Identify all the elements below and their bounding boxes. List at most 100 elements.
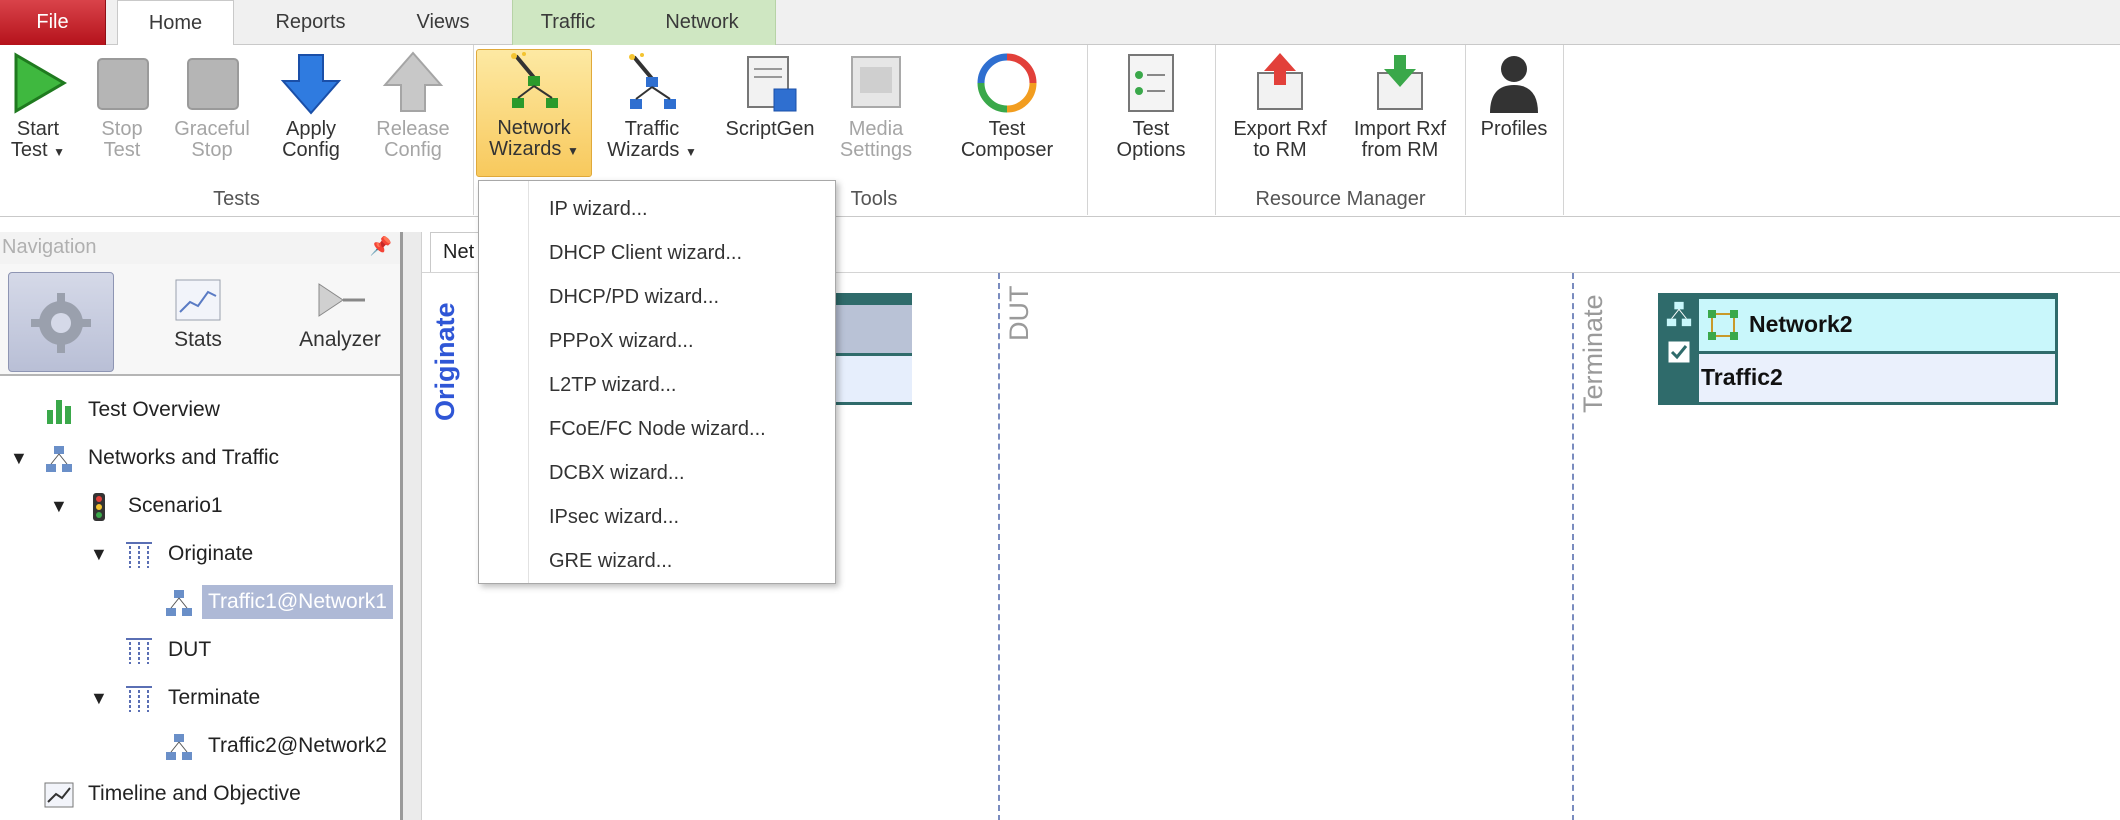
stop-test-label: Stop xyxy=(101,118,143,140)
graceful-stop-button[interactable]: Graceful Stop xyxy=(166,51,258,175)
tab-traffic[interactable]: Traffic xyxy=(512,0,624,45)
graceful-stop-icon xyxy=(187,58,239,110)
test-options-button[interactable]: Test Options xyxy=(1098,51,1204,175)
menu-item-pppox-wizard[interactable]: PPPoX wizard... xyxy=(549,321,694,361)
traffic-light-icon xyxy=(93,493,105,521)
tab-home[interactable]: Home xyxy=(117,0,234,46)
menu-item-gre-wizard[interactable]: GRE wizard... xyxy=(549,541,672,581)
tree-item-test-overview[interactable]: Test Overview xyxy=(0,390,400,430)
menu-item-fcoe-fc-node-wizard[interactable]: FCoE/FC Node wizard... xyxy=(549,409,766,449)
network-icon xyxy=(166,590,192,616)
export-rxf-button[interactable]: Export Rxf to RM xyxy=(1222,51,1338,175)
options-checklist-icon xyxy=(1128,54,1174,112)
terminate-divider xyxy=(1572,273,1574,820)
tree-item-terminate[interactable]: ▼ Terminate xyxy=(0,678,400,718)
up-arrow-icon xyxy=(382,51,444,112)
resource-manager-group-label: Resource Manager xyxy=(1255,188,1426,210)
timeline-chart-icon xyxy=(44,782,74,808)
column-icon xyxy=(126,638,152,664)
network2-block[interactable]: Network2 Traffic2 xyxy=(1658,293,2058,405)
media-settings-button[interactable]: Media Settings xyxy=(826,51,926,175)
scriptgen-button[interactable]: ScriptGen xyxy=(720,51,820,175)
expand-triangle-icon[interactable]: ▼ xyxy=(50,486,68,526)
tab-reports[interactable]: Reports xyxy=(248,0,373,45)
release-config-button[interactable]: Release Config xyxy=(368,51,458,175)
test-options-group: Test Options xyxy=(1088,45,1216,215)
expand-triangle-icon[interactable]: ▼ xyxy=(90,534,108,574)
graceful-stop-label: Graceful xyxy=(174,118,250,140)
tree-item-scenario[interactable]: ▼ Scenario1 xyxy=(0,486,400,526)
panel-splitter[interactable] xyxy=(400,232,422,820)
dropdown-arrow-icon: ▼ xyxy=(53,145,66,159)
pin-icon[interactable]: 📌 xyxy=(370,236,392,257)
apply-config-button[interactable]: Apply Config xyxy=(268,51,354,175)
tree-item-networks-and-traffic[interactable]: ▼ Networks and Traffic xyxy=(0,438,400,478)
originate-column-label: Originate xyxy=(430,302,460,421)
scriptgen-label: ScriptGen xyxy=(725,118,815,140)
profiles-group: Profiles xyxy=(1466,45,1564,215)
tests-group: Start Test ▼ Stop Test Graceful Stop App… xyxy=(0,45,474,215)
tab-views[interactable]: Views xyxy=(384,0,502,45)
menu-item-ip-wizard[interactable]: IP wizard... xyxy=(549,189,648,229)
menu-item-ipsec-wizard[interactable]: IPsec wizard... xyxy=(549,497,679,537)
import-rxf-button[interactable]: Import Rxf from RM xyxy=(1342,51,1458,175)
navigation-tree: Test Overview ▼ Networks and Traffic ▼ S… xyxy=(0,378,400,820)
menu-item-dhcp-pd-wizard[interactable]: DHCP/PD wizard... xyxy=(549,277,719,317)
stats-view-button[interactable]: Stats xyxy=(148,272,248,372)
profiles-button[interactable]: Profiles xyxy=(1470,51,1558,175)
traffic-wizards-button[interactable]: Traffic Wizards ▼ xyxy=(602,51,702,175)
navigation-switcher: Stats Analyzer xyxy=(0,264,400,376)
tree-item-traffic2[interactable]: Traffic2@Network2 xyxy=(0,726,400,766)
tests-group-label: Tests xyxy=(213,188,260,210)
expand-triangle-icon[interactable]: ▼ xyxy=(10,438,28,478)
config-view-button[interactable] xyxy=(8,272,114,372)
network-shape-icon xyxy=(1708,310,1738,340)
tab-network[interactable]: Network xyxy=(628,0,776,45)
menu-gutter xyxy=(479,181,529,583)
dropdown-arrow-icon: ▼ xyxy=(566,144,579,158)
start-test-button[interactable]: Start Test ▼ xyxy=(2,51,74,175)
tree-label: Traffic2@Network2 xyxy=(208,734,387,757)
tree-item-dut[interactable]: DUT xyxy=(0,630,400,670)
navigation-title: Navigation xyxy=(2,236,97,258)
stop-test-button[interactable]: Stop Test xyxy=(86,51,158,175)
stop-icon xyxy=(97,58,149,110)
tree-label: Test Overview xyxy=(88,398,220,421)
analyzer-view-button[interactable]: Analyzer xyxy=(282,272,398,372)
dut-divider xyxy=(998,273,1000,820)
tree-item-traffic1[interactable]: Traffic1@Network1 xyxy=(0,582,400,622)
play-icon xyxy=(14,52,67,114)
network-wizards-button[interactable]: Network Wizards ▼ xyxy=(476,49,592,177)
test-options-label: Test xyxy=(1132,118,1170,140)
application-window: File Home Reports Views Traffic Network … xyxy=(0,0,2120,820)
ribbon-tabbar: File Home Reports Views Traffic Network xyxy=(0,0,2120,46)
menu-item-dhcp-client-wizard[interactable]: DHCP Client wizard... xyxy=(549,233,742,273)
traffic2-row[interactable]: Traffic2 xyxy=(1699,354,2055,402)
menu-item-l2tp-wizard[interactable]: L2TP wizard... xyxy=(549,365,676,405)
composer-cycle-icon xyxy=(977,53,1037,113)
import-scroll-icon xyxy=(1377,55,1423,110)
document-tab-label: Net xyxy=(443,241,475,263)
tree-item-originate[interactable]: ▼ Originate xyxy=(0,534,400,574)
column-icon xyxy=(126,542,152,568)
test-composer-button[interactable]: Test Composer xyxy=(942,51,1072,175)
tab-file[interactable]: File xyxy=(0,0,106,45)
test-composer-label: Test xyxy=(988,118,1026,140)
resource-manager-group: Export Rxf to RM Import Rxf from RM Reso… xyxy=(1216,45,1466,215)
media-film-icon xyxy=(851,56,901,108)
network-wizards-label: Network xyxy=(497,117,571,139)
media-settings-label-2: Settings xyxy=(839,139,913,161)
import-rxf-label-2: from RM xyxy=(1361,139,1439,161)
test-composer-label-2: Composer xyxy=(960,139,1054,161)
chart-icon xyxy=(175,279,221,321)
start-test-label: Start xyxy=(16,118,60,140)
down-arrow-icon xyxy=(280,54,342,115)
tree-label: Timeline and Objective xyxy=(88,782,301,805)
expand-triangle-icon[interactable]: ▼ xyxy=(90,678,108,718)
tree-item-timeline[interactable]: Timeline and Objective xyxy=(0,774,400,814)
menu-item-dcbx-wizard[interactable]: DCBX wizard... xyxy=(549,453,685,493)
tree-label: Terminate xyxy=(168,686,261,709)
terminate-column-label: Terminate xyxy=(1578,294,1608,413)
analyzer-label: Analyzer xyxy=(299,328,381,351)
checkbox-checked-icon[interactable] xyxy=(1667,340,1691,364)
